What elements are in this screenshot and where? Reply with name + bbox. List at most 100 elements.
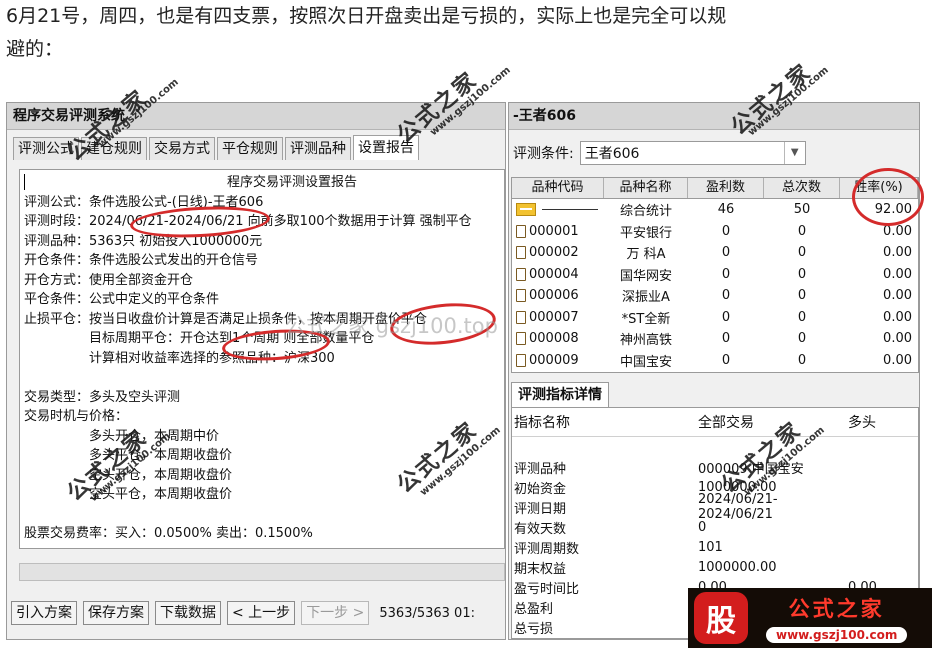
folder-icon (516, 203, 536, 217)
row-wins: 0 (721, 309, 731, 325)
row-winrate: 0.00 (883, 245, 912, 261)
document-icon (516, 332, 526, 346)
site-logo: 股 公式之家 www.gszj100.com (688, 588, 932, 648)
row-winrate: 0.00 (883, 266, 912, 282)
row-total: 0 (797, 245, 807, 261)
row-name: 中国宝安 (619, 354, 672, 370)
tab-close-rules[interactable]: 平仓规则 (217, 137, 283, 160)
row-name: 平安银行 (619, 225, 672, 241)
column-header-name[interactable]: 品种名称 (604, 178, 688, 198)
logo-title: 公式之家 (788, 597, 885, 621)
tab-instruments[interactable]: 评测品种 (285, 137, 351, 160)
row-total: 0 (797, 352, 807, 368)
table-row[interactable]: 000001 平安银行 0 0 0.00 (512, 221, 918, 243)
report-line: 交易时机与价格： (24, 409, 129, 424)
row-winrate: 0.00 (883, 352, 912, 368)
report-blank-line (20, 505, 504, 525)
row-code: 000006 (529, 288, 579, 304)
row-name: 神州高铁 (619, 333, 672, 349)
horizontal-scrollbar[interactable] (19, 563, 505, 581)
report-line: 交易类型：多头及空头评测 (24, 389, 181, 405)
row-code: 000004 (529, 266, 579, 282)
report-title: 程序交易评测设置报告 (226, 175, 357, 190)
import-plan-button[interactable]: 引入方案 (11, 601, 77, 625)
table-row[interactable]: 000008 神州高铁 0 0 0.00 (512, 328, 918, 350)
table-row[interactable]: 000004 国华网安 0 0 0.00 (512, 264, 918, 286)
article-line-1: 6月21号，周四，也是有四支票，按照次日开盘卖出是亏损的，实际上也是完全可以规 (6, 5, 727, 27)
row-winrate: 0.00 (883, 331, 912, 347)
column-header-code[interactable]: 品种代码 (512, 178, 604, 198)
next-step-button[interactable]: 下一步 > (301, 601, 370, 625)
row-wins: 46 (717, 202, 735, 218)
detail-row: 有效天数 0 (512, 517, 918, 537)
row-wins: 0 (721, 288, 731, 304)
column-header-total[interactable]: 总次数 (764, 178, 840, 198)
detail-all: 1000000.00 (698, 559, 777, 575)
row-winrate: 0.00 (883, 223, 912, 239)
document-icon (516, 224, 526, 238)
document-icon (516, 353, 526, 367)
table-row[interactable]: 000007 *ST全新 0 0 0.00 (512, 307, 918, 329)
row-total: 0 (797, 331, 807, 347)
row-total: 0 (797, 223, 807, 239)
row-name: 综合统计 (619, 204, 672, 220)
row-code: 000009 (529, 352, 579, 368)
document-icon (516, 310, 526, 324)
detail-name: 盈亏时间比 (514, 581, 580, 597)
download-data-button[interactable]: 下载数据 (155, 601, 221, 625)
article-text: 6月21号，周四，也是有四支票，按照次日开盘卖出是亏损的，实际上也是完全可以规 … (6, 0, 926, 66)
detail-row (512, 437, 918, 457)
chevron-down-icon[interactable]: ▼ (783, 142, 805, 164)
condition-row: 评测条件: 王者606 ▼ (513, 141, 806, 165)
table-row[interactable]: 000009 中国宝安 0 0 0.00 (512, 350, 918, 372)
detail-row: 评测日期 2024/06/21-2024/06/21 (512, 492, 918, 522)
detail-name: 评测品种 (514, 461, 567, 477)
save-plan-button[interactable]: 保存方案 (83, 601, 149, 625)
report-blank-line (20, 368, 504, 388)
row-code: 000007 (529, 309, 579, 325)
document-icon (516, 246, 526, 260)
condition-value: 王者606 (584, 146, 640, 162)
row-wins: 0 (721, 266, 731, 282)
condition-label: 评测条件: (513, 146, 574, 162)
summary-line (542, 209, 598, 211)
detail-name: 总盈利 (514, 601, 554, 617)
report-line: 评测品种：5363只 初始投入1000000元 (24, 233, 263, 249)
row-name: 国华网安 (619, 268, 672, 284)
condition-select[interactable]: 王者606 ▼ (579, 141, 806, 165)
detail-col-metric: 指标名称 (514, 415, 570, 431)
row-total: 0 (797, 266, 807, 282)
row-total: 0 (797, 288, 807, 304)
detail-name: 评测周期数 (514, 541, 580, 557)
detail-all: 2024/06/21-2024/06/21 (698, 492, 778, 522)
detail-header: 指标名称 全部交易 多头 (512, 408, 918, 437)
annotation-oval-winrate (852, 168, 924, 226)
tab-trade-mode[interactable]: 交易方式 (149, 137, 215, 160)
detail-name: 总亏损 (514, 621, 554, 637)
row-winrate: 0.00 (883, 288, 912, 304)
report-line: 评测公式：条件选股公式-(日线)-王者606 (24, 194, 264, 210)
report-line: 开仓条件：条件选股公式发出的开仓信号 (24, 253, 259, 268)
logo-url: www.gszj100.com (766, 627, 908, 643)
detail-name: 期末权益 (514, 561, 567, 577)
report-line: 股票交易费率：买入：0.0500% 卖出：0.1500% (24, 526, 313, 541)
prev-step-button[interactable]: < 上一步 (227, 601, 296, 625)
row-name: 深振业A (622, 290, 670, 306)
result-window-title: -王者606 (509, 103, 919, 130)
row-name: 万 科A (626, 247, 666, 263)
evaluation-system-window: 程序交易评测系统 评测公式 建仓规则 交易方式 平仓规则 评测品种 设置报告 程… (6, 102, 506, 640)
row-wins: 0 (721, 245, 731, 261)
table-row[interactable]: 000006 深振业A 0 0 0.00 (512, 285, 918, 307)
detail-col-long: 多头 (848, 415, 876, 431)
document-icon (516, 267, 526, 281)
row-wins: 0 (721, 352, 731, 368)
tab-metric-details[interactable]: 评测指标详情 (511, 382, 609, 407)
detail-all: 101 (698, 539, 723, 555)
detail-name: 初始资金 (514, 481, 567, 497)
text-caret-icon (24, 174, 25, 190)
row-code: 000008 (529, 331, 579, 347)
column-header-wins[interactable]: 盈利数 (688, 178, 764, 198)
table-row[interactable]: 000002 万 科A 0 0 0.00 (512, 242, 918, 264)
detail-row: 期末权益 1000000.00 (512, 557, 918, 577)
detail-row: 评测周期数 101 (512, 537, 918, 557)
